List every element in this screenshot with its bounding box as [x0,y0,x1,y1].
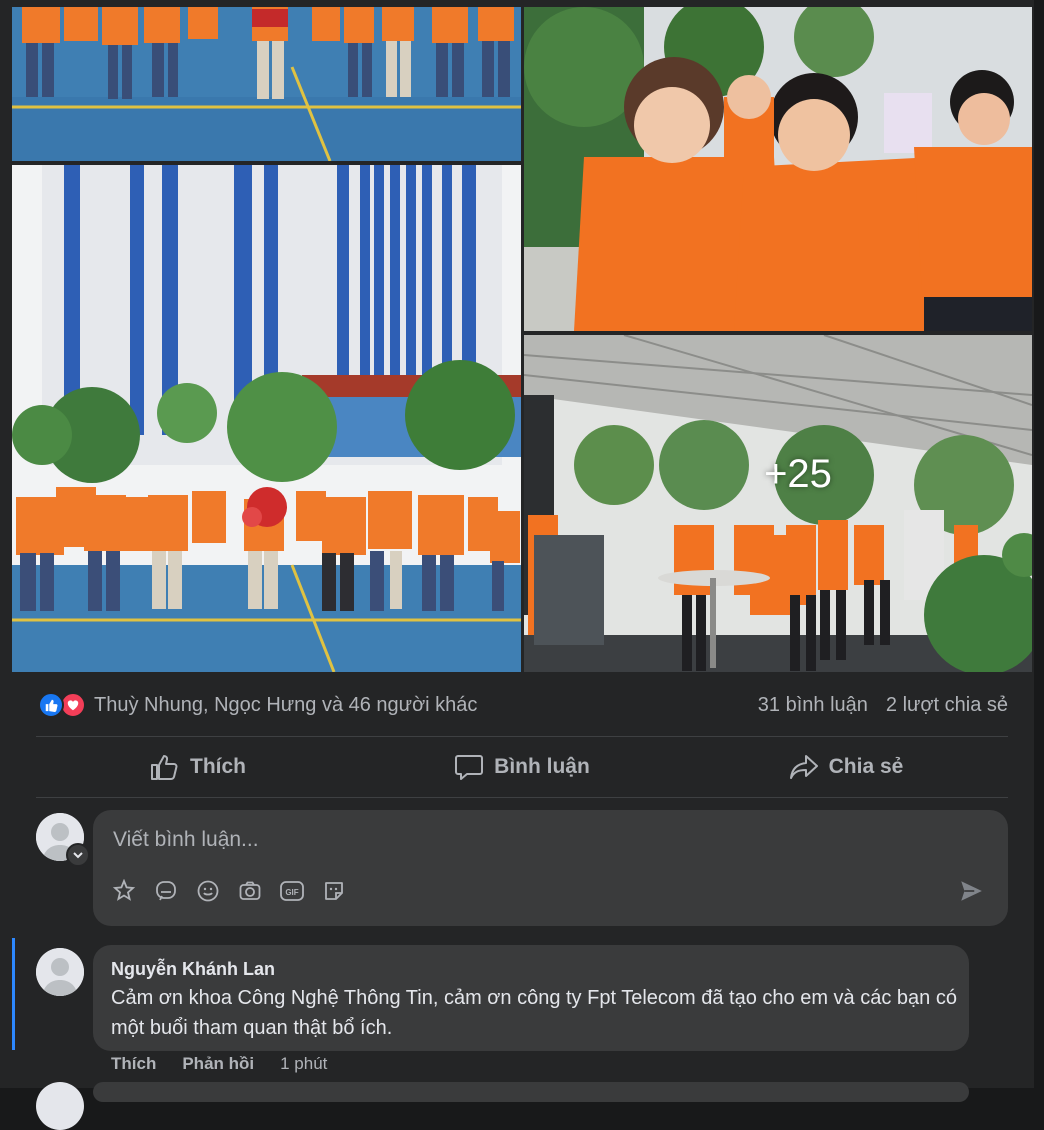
comment-input[interactable] [111,824,975,856]
comment-composer: GIF [93,810,1008,926]
next-comment-bubble [93,1082,969,1102]
photo-students-group-top[interactable] [12,7,521,161]
comment-bubble: Nguyễn Khánh Lan Cảm ơn khoa Công Nghệ T… [93,945,969,1051]
comment-icon [455,755,484,780]
composer-toolbar: GIF [111,878,347,904]
camera-icon[interactable] [237,878,263,904]
divider [36,736,1008,737]
gif-icon[interactable]: GIF [279,878,305,904]
profile-switch-icon[interactable] [66,843,90,867]
send-icon[interactable] [958,878,986,906]
share-arrow-icon [789,755,818,779]
next-comment-avatar[interactable] [36,1082,84,1130]
comment-text: Cảm ơn khoa Công Nghệ Thông Tin, cảm ơn … [111,987,957,1039]
share-button[interactable]: Chia sẻ [684,738,1008,796]
comment-actions: Thích Phản hồi 1 phút [111,1054,327,1074]
svg-text:GIF: GIF [285,888,298,897]
avatar-sticker-icon[interactable] [153,878,179,904]
share-button-label: Chia sẻ [828,755,904,778]
reactions-summary: Thuỳ Nhung, Ngọc Hưng và 46 người khác 3… [38,689,1008,721]
comment-like-link[interactable]: Thích [111,1054,156,1074]
photo-students-queue[interactable]: +25 [524,335,1032,672]
thumbs-up-icon [151,755,178,780]
sticker-icon[interactable] [111,878,137,904]
comment-highlight-bar [12,938,15,1050]
photo-students-checking-phones[interactable] [524,7,1032,331]
comment-count[interactable]: 31 bình luận [758,694,868,717]
emoji-icon[interactable] [195,878,221,904]
comment-reply-link[interactable]: Phản hồi [182,1054,254,1074]
divider [36,797,1008,798]
reaction-icons[interactable] [38,692,86,718]
photo-students-building[interactable] [12,165,521,672]
more-photos-overlay[interactable]: +25 [524,335,1032,672]
comment-button[interactable]: Bình luận [360,738,684,796]
comment-author-avatar[interactable] [36,948,84,996]
post-card: +25 Thuỳ Nhung, Ngọc Hưng và 46 người kh… [0,0,1034,1130]
reactors-names[interactable]: Thuỳ Nhung, Ngọc Hưng và 46 người khác [94,694,477,717]
comment-author-name[interactable]: Nguyễn Khánh Lan [111,959,275,980]
comment-timestamp[interactable]: 1 phút [280,1054,327,1074]
post-actions: Thích Bình luận Chia sẻ [36,738,1008,796]
like-button-label: Thích [190,755,246,778]
share-count[interactable]: 2 lượt chia sẻ [886,694,1008,717]
like-icon [38,692,64,718]
like-button[interactable]: Thích [36,738,360,796]
comment-button-label: Bình luận [494,755,590,778]
scrollbar[interactable] [1034,0,1044,1088]
more-photos-count: +25 [764,452,832,496]
sticker-face-icon[interactable] [321,878,347,904]
